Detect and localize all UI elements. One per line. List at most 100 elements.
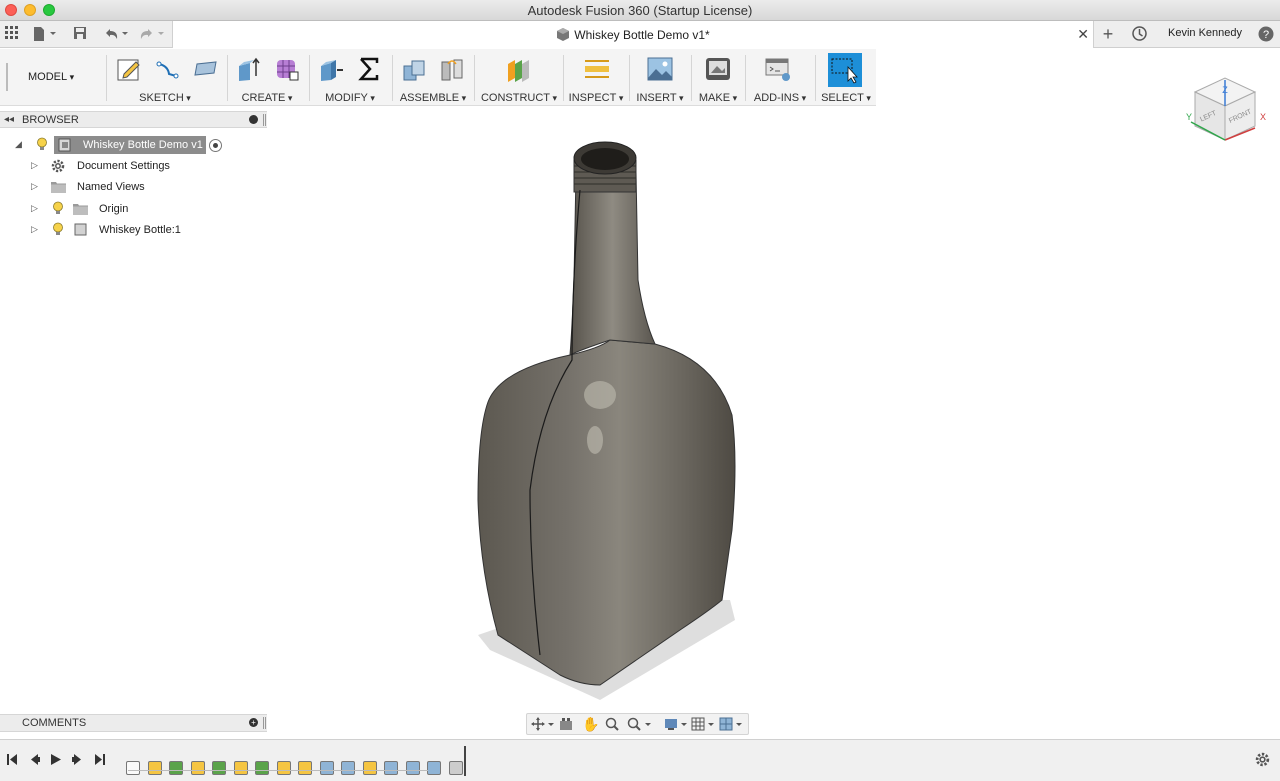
undo-icon[interactable] xyxy=(102,26,130,42)
create-group[interactable]: CREATE xyxy=(230,49,304,106)
extrude-icon[interactable] xyxy=(236,56,262,82)
browser-item-document-settings[interactable]: ▷ Document Settings xyxy=(0,157,175,175)
insert-image-icon[interactable] xyxy=(647,56,673,82)
grid-settings-icon[interactable] xyxy=(691,717,717,734)
modify-label[interactable]: MODIFY xyxy=(312,92,388,104)
joint-icon[interactable] xyxy=(439,56,465,82)
make-group[interactable]: MAKE xyxy=(694,49,742,106)
expand-icon[interactable]: ▷ xyxy=(31,203,38,214)
feature-plane-icon[interactable] xyxy=(169,761,183,775)
timeline-features[interactable] xyxy=(124,748,464,775)
feature-sketch-icon[interactable] xyxy=(277,761,291,775)
timeline-end-icon[interactable] xyxy=(94,753,106,769)
assemble-label[interactable]: ASSEMBLE xyxy=(395,92,471,104)
assemble-group[interactable]: ASSEMBLE xyxy=(395,49,471,106)
select-group[interactable]: SELECT xyxy=(818,49,874,106)
press-pull-icon[interactable] xyxy=(318,56,344,82)
make-label[interactable]: MAKE xyxy=(694,92,742,104)
display-settings-icon[interactable] xyxy=(664,717,690,734)
feature-plane-icon[interactable] xyxy=(255,761,269,775)
feature-extrude-icon[interactable] xyxy=(384,761,398,775)
feature-thread-icon[interactable] xyxy=(427,761,441,775)
insert-label[interactable]: INSERT xyxy=(632,92,688,104)
visibility-bulb-icon[interactable] xyxy=(52,201,64,219)
inspect-group[interactable]: INSPECT xyxy=(566,49,626,106)
close-tab-icon[interactable]: ✕ xyxy=(1077,26,1089,43)
browser-item-origin[interactable]: ▷ Origin xyxy=(0,200,136,218)
rectangle-icon[interactable] xyxy=(192,56,218,82)
zoom-icon[interactable] xyxy=(605,717,619,734)
feature-shell-icon[interactable] xyxy=(406,761,420,775)
visibility-bulb-icon[interactable] xyxy=(52,222,64,240)
look-at-icon[interactable] xyxy=(559,717,573,734)
visibility-bulb-icon[interactable] xyxy=(36,137,48,155)
feature-sketch-icon[interactable] xyxy=(148,761,162,775)
feature-loft-icon[interactable] xyxy=(320,761,334,775)
fit-zoom-icon[interactable] xyxy=(627,717,653,734)
compute-all-icon[interactable] xyxy=(356,56,382,82)
modify-group[interactable]: MODIFY xyxy=(312,49,388,106)
new-component-icon[interactable] xyxy=(400,56,426,82)
comments-panel[interactable]: COMMENTS + xyxy=(0,714,267,732)
addins-group[interactable]: ADD-INS xyxy=(748,49,812,106)
help-icon[interactable]: ? xyxy=(1258,26,1274,42)
viewcube-top-label[interactable]: Z xyxy=(1222,85,1228,95)
expand-icon[interactable]: ▷ xyxy=(31,181,38,192)
comments-grip[interactable] xyxy=(263,717,266,729)
feature-sketch-icon[interactable] xyxy=(126,761,140,775)
line-icon[interactable] xyxy=(154,56,180,82)
viewports-icon[interactable] xyxy=(719,717,745,734)
workspace-switcher[interactable]: MODEL ▾ xyxy=(28,71,74,83)
user-name[interactable]: Kevin Kennedy xyxy=(1168,27,1242,39)
browser-item-whiskey-bottle[interactable]: ▷ Whiskey Bottle:1 xyxy=(0,221,187,239)
orbit-icon[interactable] xyxy=(531,717,555,734)
measure-icon[interactable] xyxy=(583,56,609,82)
expand-root-icon[interactable]: ◢ xyxy=(15,139,22,150)
feature-combine-icon[interactable] xyxy=(449,761,463,775)
offset-plane-icon[interactable] xyxy=(505,56,531,82)
sketch-group[interactable]: SKETCH xyxy=(110,49,220,106)
feature-fillet-icon[interactable] xyxy=(341,761,355,775)
browser-minimize-icon[interactable] xyxy=(249,115,258,124)
pan-hand-icon[interactable]: ✋ xyxy=(582,716,599,733)
create-label[interactable]: CREATE xyxy=(230,92,304,104)
expand-icon[interactable]: ▷ xyxy=(31,224,38,235)
form-icon[interactable] xyxy=(274,56,300,82)
timeline-forward-icon[interactable] xyxy=(72,753,84,769)
comments-expand-icon[interactable]: + xyxy=(249,718,258,727)
feature-sketch-icon[interactable] xyxy=(298,761,312,775)
timeline-back-icon[interactable] xyxy=(28,753,40,769)
collapse-browser-icon[interactable]: ◂◂ xyxy=(4,114,14,125)
timeline-marker[interactable] xyxy=(464,746,466,776)
feature-sketch-icon[interactable] xyxy=(363,761,377,775)
job-status-icon[interactable] xyxy=(1131,26,1147,42)
browser-root-row[interactable]: ◢ Whiskey Bottle Demo v1 xyxy=(0,136,267,154)
inspect-label[interactable]: INSPECT xyxy=(566,92,626,104)
feature-sketch-icon[interactable] xyxy=(191,761,205,775)
select-label[interactable]: SELECT xyxy=(818,92,874,104)
timeline-start-icon[interactable] xyxy=(6,753,18,769)
app-grid-icon[interactable] xyxy=(4,26,20,42)
timeline-settings-gear-icon[interactable] xyxy=(1255,752,1270,770)
expand-icon[interactable]: ▷ xyxy=(31,160,38,171)
addins-label[interactable]: ADD-INS xyxy=(748,92,812,104)
toolbar-grip[interactable] xyxy=(6,63,8,91)
select-icon[interactable] xyxy=(828,53,862,87)
redo-icon[interactable] xyxy=(138,26,166,42)
activate-radio-icon[interactable] xyxy=(209,139,222,152)
viewcube[interactable]: Z LEFT FRONT X Y xyxy=(1183,72,1273,152)
new-tab-icon[interactable]: + xyxy=(1100,25,1116,43)
sketch-label[interactable]: SKETCH xyxy=(110,92,220,104)
construct-group[interactable]: CONSTRUCT xyxy=(477,49,561,106)
browser-item-named-views[interactable]: ▷ Named Views xyxy=(0,178,150,196)
file-menu-icon[interactable] xyxy=(31,26,59,42)
feature-sketch-icon[interactable] xyxy=(234,761,248,775)
construct-label[interactable]: CONSTRUCT xyxy=(477,92,561,104)
scripts-addins-icon[interactable] xyxy=(765,56,791,82)
browser-grip[interactable] xyxy=(263,114,266,126)
create-sketch-icon[interactable] xyxy=(116,56,142,82)
save-icon[interactable] xyxy=(72,26,88,42)
feature-plane-icon[interactable] xyxy=(212,761,226,775)
document-tab[interactable]: Whiskey Bottle Demo v1* ✕ xyxy=(172,21,1094,48)
canvas-viewport[interactable] xyxy=(460,130,760,710)
